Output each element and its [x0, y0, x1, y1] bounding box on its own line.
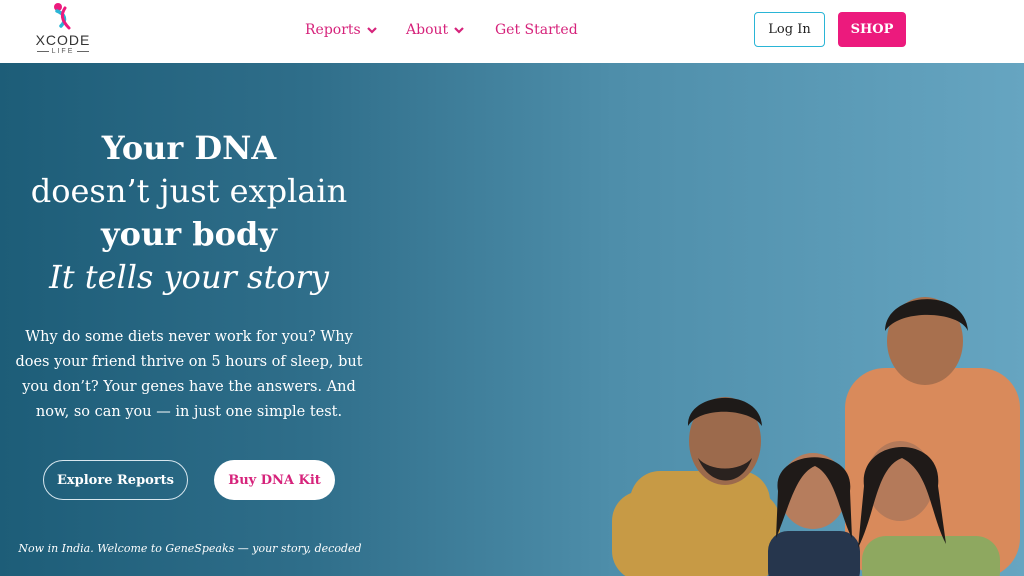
family-photo	[612, 297, 1020, 576]
headline-line-1: Your DNA	[101, 129, 277, 167]
hero-description: Why do some diets never work for you? Wh…	[15, 329, 363, 420]
logo-wordmark: XCODE	[35, 32, 91, 48]
login-button[interactable]: Log In	[754, 12, 825, 47]
nav-item-get-started[interactable]: Get Started	[495, 20, 578, 40]
headline-line-3: your body	[101, 215, 277, 253]
headline-line-2: doesn’t just explain	[30, 172, 348, 210]
chevron-down-icon	[366, 27, 377, 34]
logo[interactable]: XCODE LIFE	[30, 2, 96, 58]
hero-headline: Your DNA doesn’t just explain your body …	[0, 127, 378, 299]
hero-tagline: Now in India. Welcome to GeneSpeaks — yo…	[18, 542, 362, 555]
explore-reports-button[interactable]: Explore Reports	[43, 460, 188, 500]
buy-dna-kit-button[interactable]: Buy DNA Kit	[214, 460, 335, 500]
site-header: XCODE LIFE Reports About Get Started Log…	[0, 0, 1024, 63]
nav-label: Get Started	[495, 22, 578, 38]
chevron-down-icon	[454, 27, 464, 34]
nav-item-reports[interactable]: Reports	[305, 20, 377, 40]
nav-label: About	[406, 22, 449, 38]
hero-section: Your DNA doesn’t just explain your body …	[0, 63, 1024, 576]
headline-line-4: It tells your story	[49, 258, 329, 296]
nav-item-about[interactable]: About	[406, 20, 464, 40]
logo-mark-icon	[54, 3, 71, 30]
logo-subtitle: LIFE	[30, 48, 96, 55]
shop-button[interactable]: SHOP	[838, 12, 906, 47]
nav-label: Reports	[305, 22, 361, 38]
